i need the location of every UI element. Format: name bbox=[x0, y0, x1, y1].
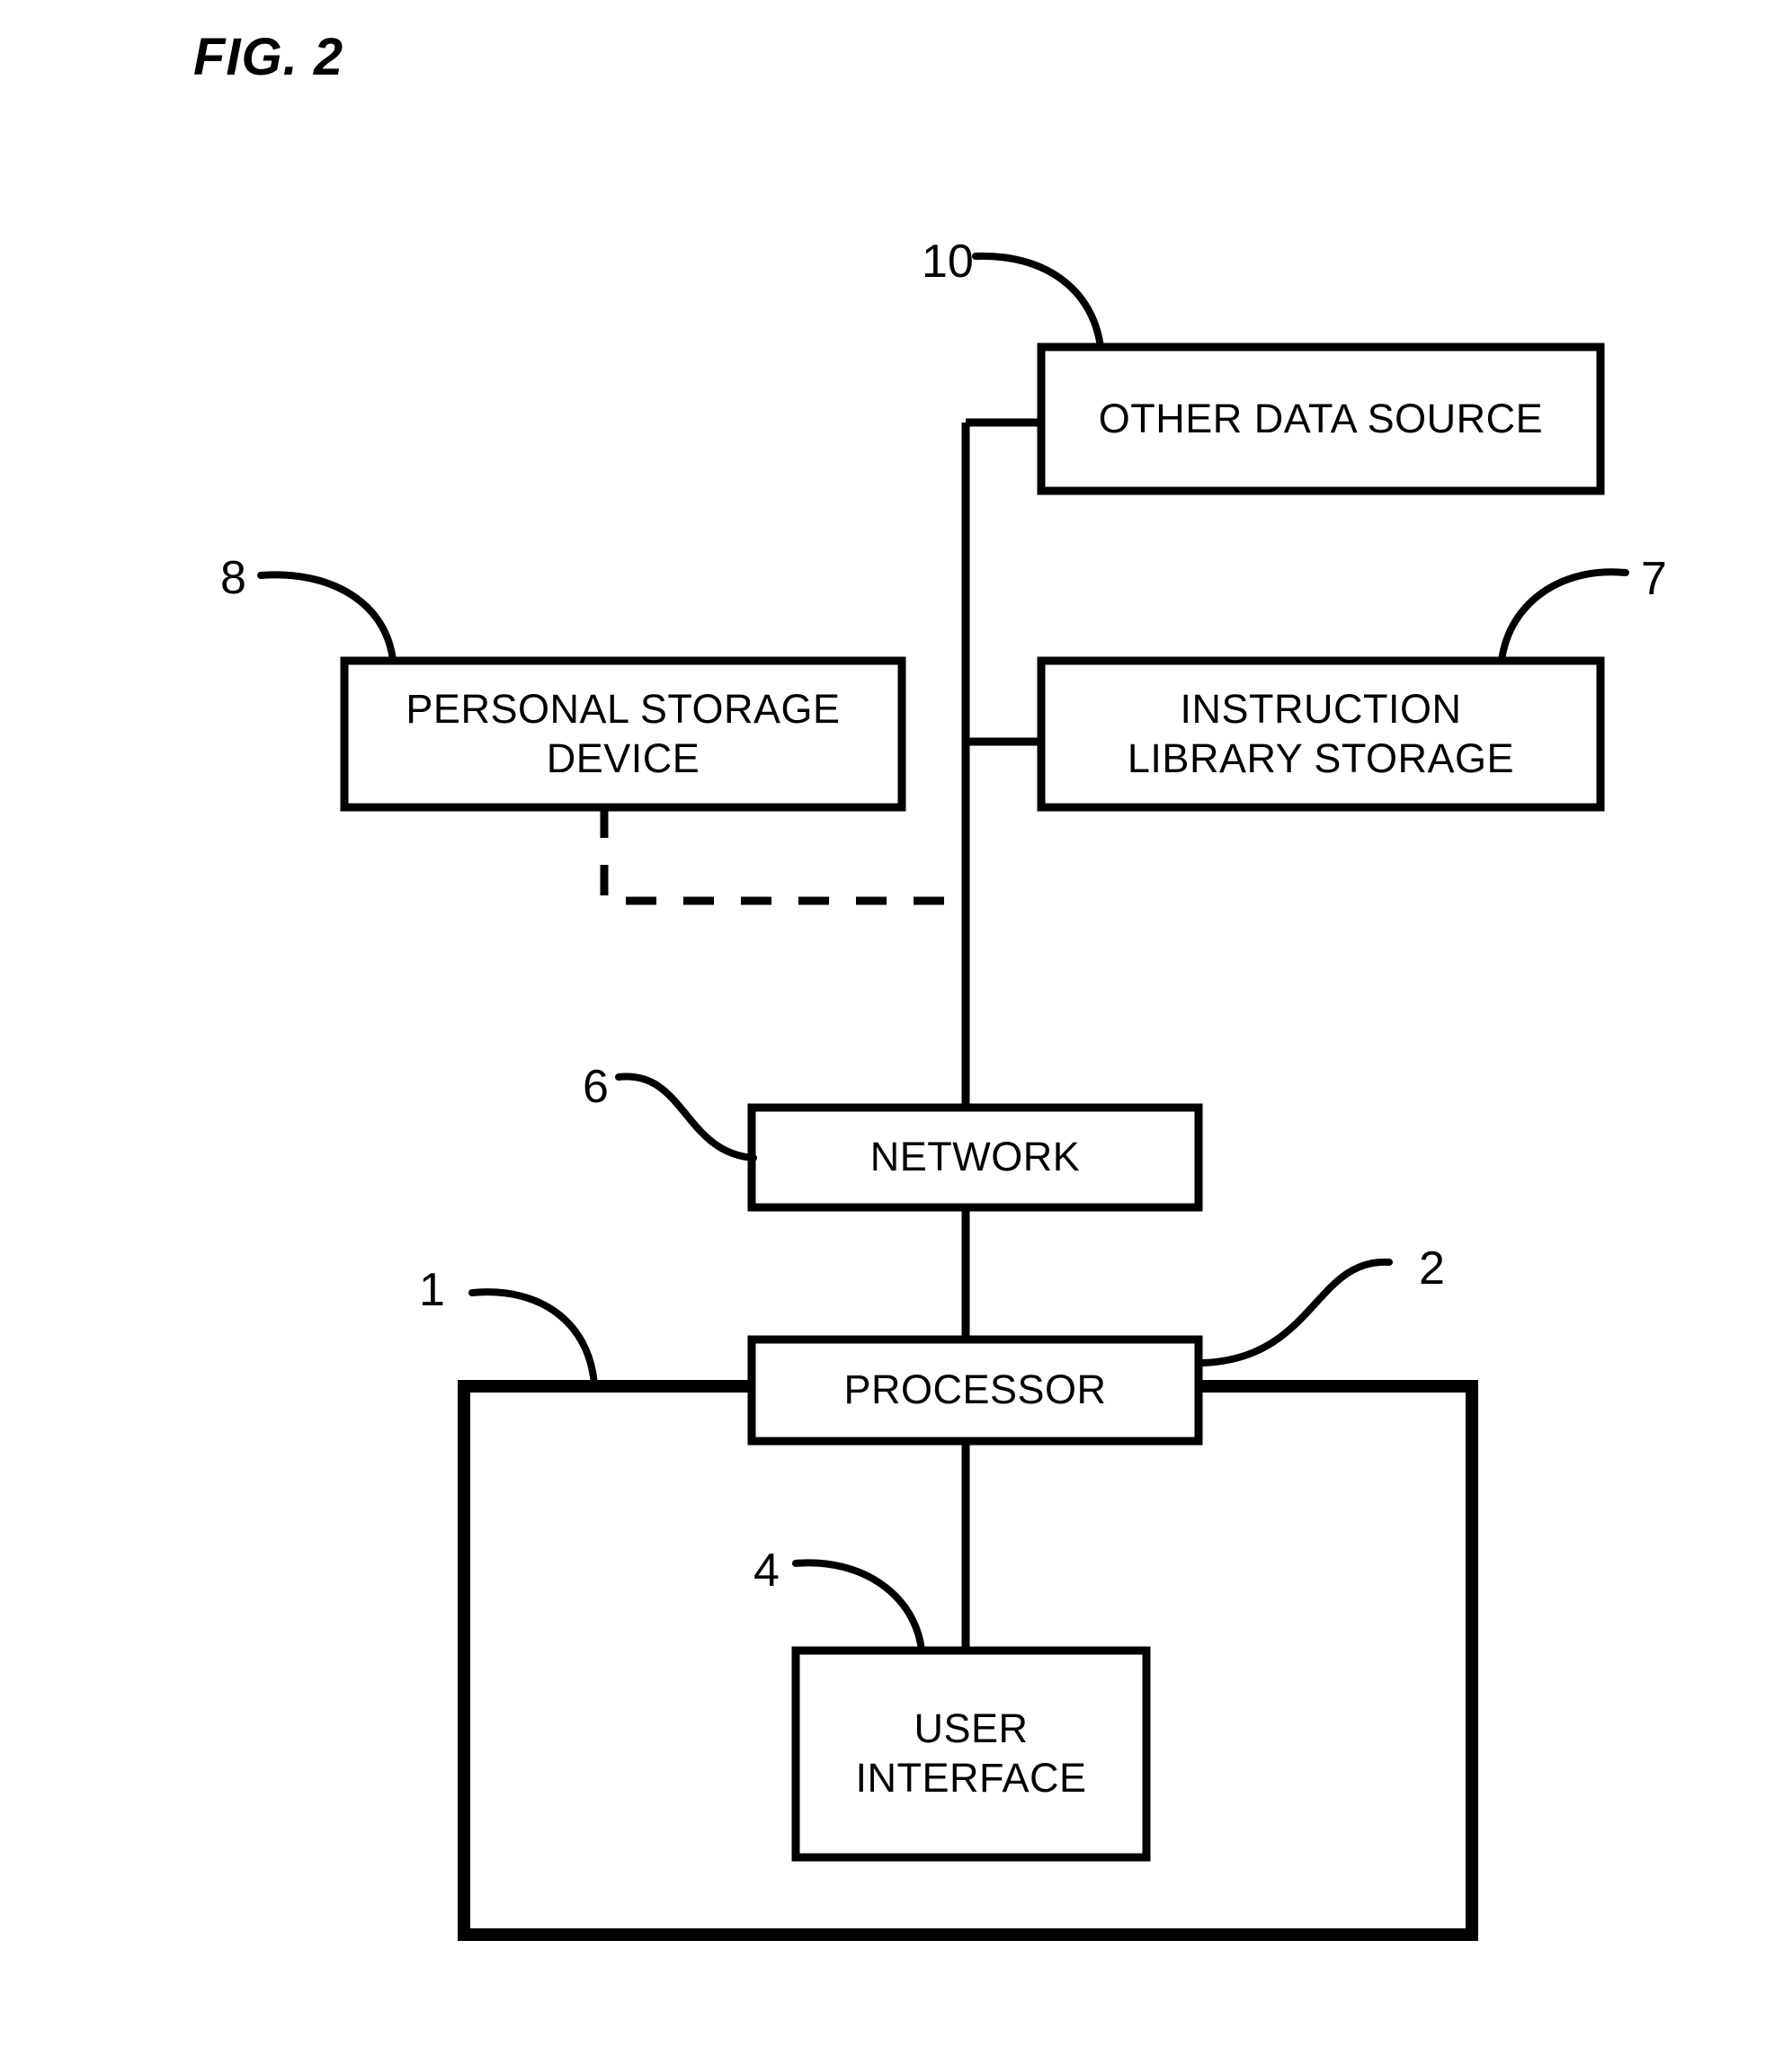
block-instruction-library-storage bbox=[1037, 656, 1605, 812]
leader-line-2 bbox=[1199, 1258, 1393, 1366]
ref-number-6: 6 bbox=[583, 1061, 609, 1113]
block-processor bbox=[747, 1335, 1203, 1446]
personal-storage-dashed-link bbox=[600, 807, 966, 905]
block-user-interface bbox=[791, 1646, 1151, 1862]
leader-line-10 bbox=[972, 252, 1104, 351]
block-network bbox=[747, 1103, 1203, 1212]
dashed-path bbox=[600, 807, 966, 905]
leader-line-6 bbox=[615, 1073, 757, 1162]
ref-number-2: 2 bbox=[1419, 1242, 1445, 1295]
leader-line-8 bbox=[257, 571, 397, 664]
figure-root: FIG. 2 OTHER DATA SOURCE PERSONAL STORAG… bbox=[0, 0, 1792, 2056]
diagram-canvas bbox=[257, 252, 1629, 1941]
ref-number-7: 7 bbox=[1641, 553, 1667, 605]
ref-number-10: 10 bbox=[922, 236, 974, 288]
block-other-data-source bbox=[1037, 343, 1605, 495]
block-personal-storage-device bbox=[340, 656, 906, 812]
ref-number-1: 1 bbox=[419, 1264, 445, 1316]
leader-line-4 bbox=[792, 1559, 925, 1654]
block-rectangles bbox=[340, 343, 1605, 1941]
ref-number-4: 4 bbox=[753, 1544, 780, 1597]
ref-number-8: 8 bbox=[220, 552, 246, 604]
leader-line-7 bbox=[1498, 568, 1629, 664]
leader-line-1 bbox=[468, 1288, 598, 1388]
connection-lines bbox=[961, 418, 1044, 1652]
